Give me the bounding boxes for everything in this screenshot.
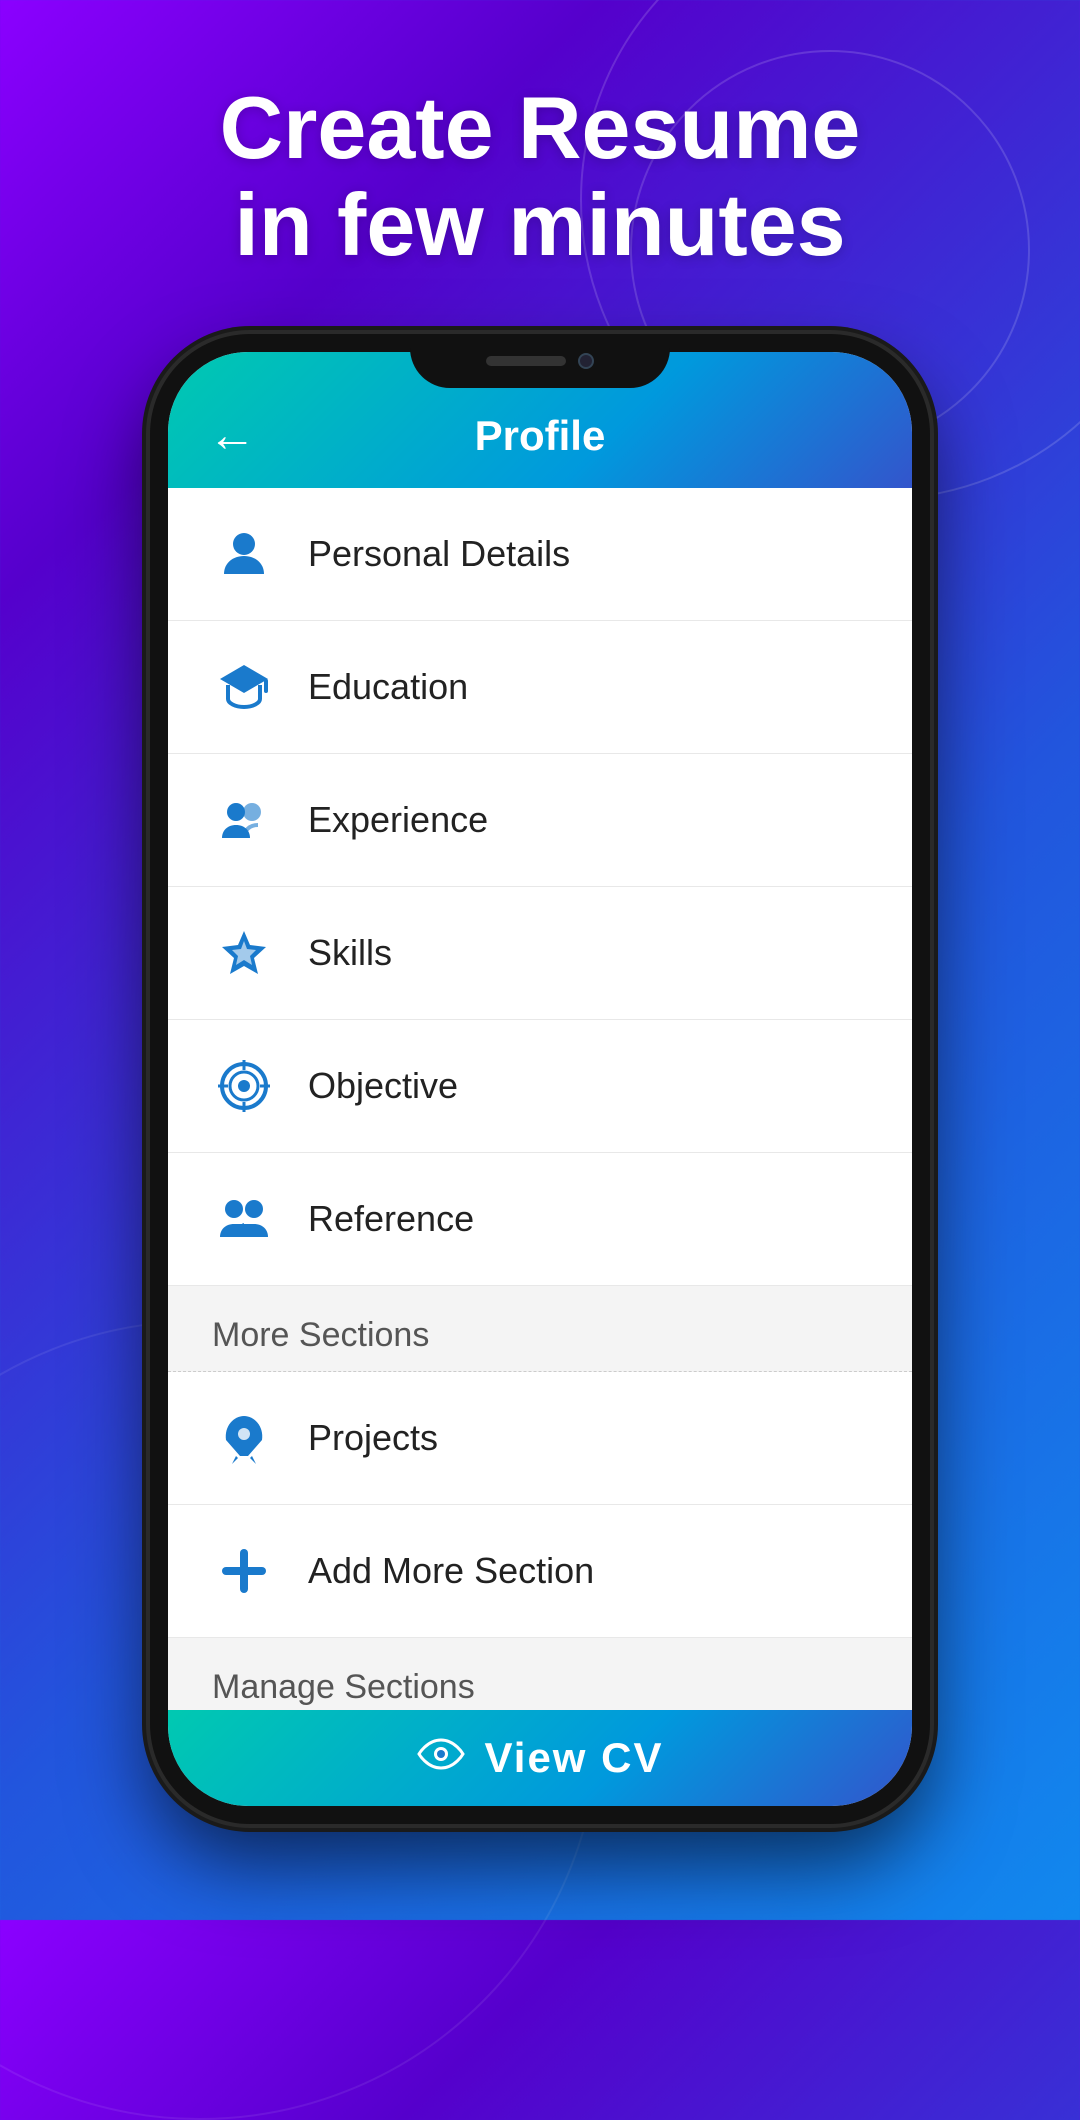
menu-item-skills[interactable]: Skills: [168, 887, 912, 1020]
menu-item-reference[interactable]: Reference: [168, 1153, 912, 1286]
menu-label-objective: Objective: [308, 1065, 458, 1107]
menu-item-objective[interactable]: Objective: [168, 1020, 912, 1153]
person-icon: [212, 522, 276, 586]
phone-wrapper: ← Profile Personal Details: [150, 334, 930, 1824]
menu-label-education: Education: [308, 666, 468, 708]
reference-icon: [212, 1187, 276, 1251]
notch: [410, 352, 670, 388]
plus-icon: [212, 1539, 276, 1603]
back-button[interactable]: ←: [208, 408, 256, 463]
bottom-bar[interactable]: View CV: [168, 1710, 912, 1806]
hero-title: Create Resumein few minutes: [160, 80, 921, 274]
rocket-icon: [212, 1406, 276, 1470]
menu-label-personal-details: Personal Details: [308, 533, 570, 575]
menu-item-add-more-section[interactable]: Add More Section: [168, 1505, 912, 1638]
speaker: [486, 356, 566, 366]
menu-item-experience[interactable]: Experience: [168, 754, 912, 887]
menu-label-projects: Projects: [308, 1417, 438, 1459]
phone-screen: ← Profile Personal Details: [168, 352, 912, 1806]
menu-label-skills: Skills: [308, 932, 392, 974]
more-sections-header: More Sections: [168, 1286, 912, 1372]
menu-item-projects[interactable]: Projects: [168, 1372, 912, 1505]
header-title: Profile: [475, 412, 606, 460]
menu-item-personal-details[interactable]: Personal Details: [168, 488, 912, 621]
eye-icon: [417, 1734, 465, 1782]
experience-icon: [212, 788, 276, 852]
manage-sections-header: Manage Sections: [168, 1638, 912, 1710]
skills-icon: [212, 921, 276, 985]
objective-icon: [212, 1054, 276, 1118]
menu-label-add-more-section: Add More Section: [308, 1550, 594, 1592]
phone-frame: ← Profile Personal Details: [150, 334, 930, 1824]
menu-label-experience: Experience: [308, 799, 488, 841]
view-cv-label: View CV: [485, 1734, 664, 1782]
menu-item-education[interactable]: Education: [168, 621, 912, 754]
education-icon: [212, 655, 276, 719]
more-sections-label: More Sections: [212, 1316, 429, 1354]
manage-sections-label: Manage Sections: [212, 1668, 475, 1706]
front-camera: [578, 353, 594, 369]
menu-list: Personal Details Education: [168, 488, 912, 1710]
menu-label-reference: Reference: [308, 1198, 474, 1240]
